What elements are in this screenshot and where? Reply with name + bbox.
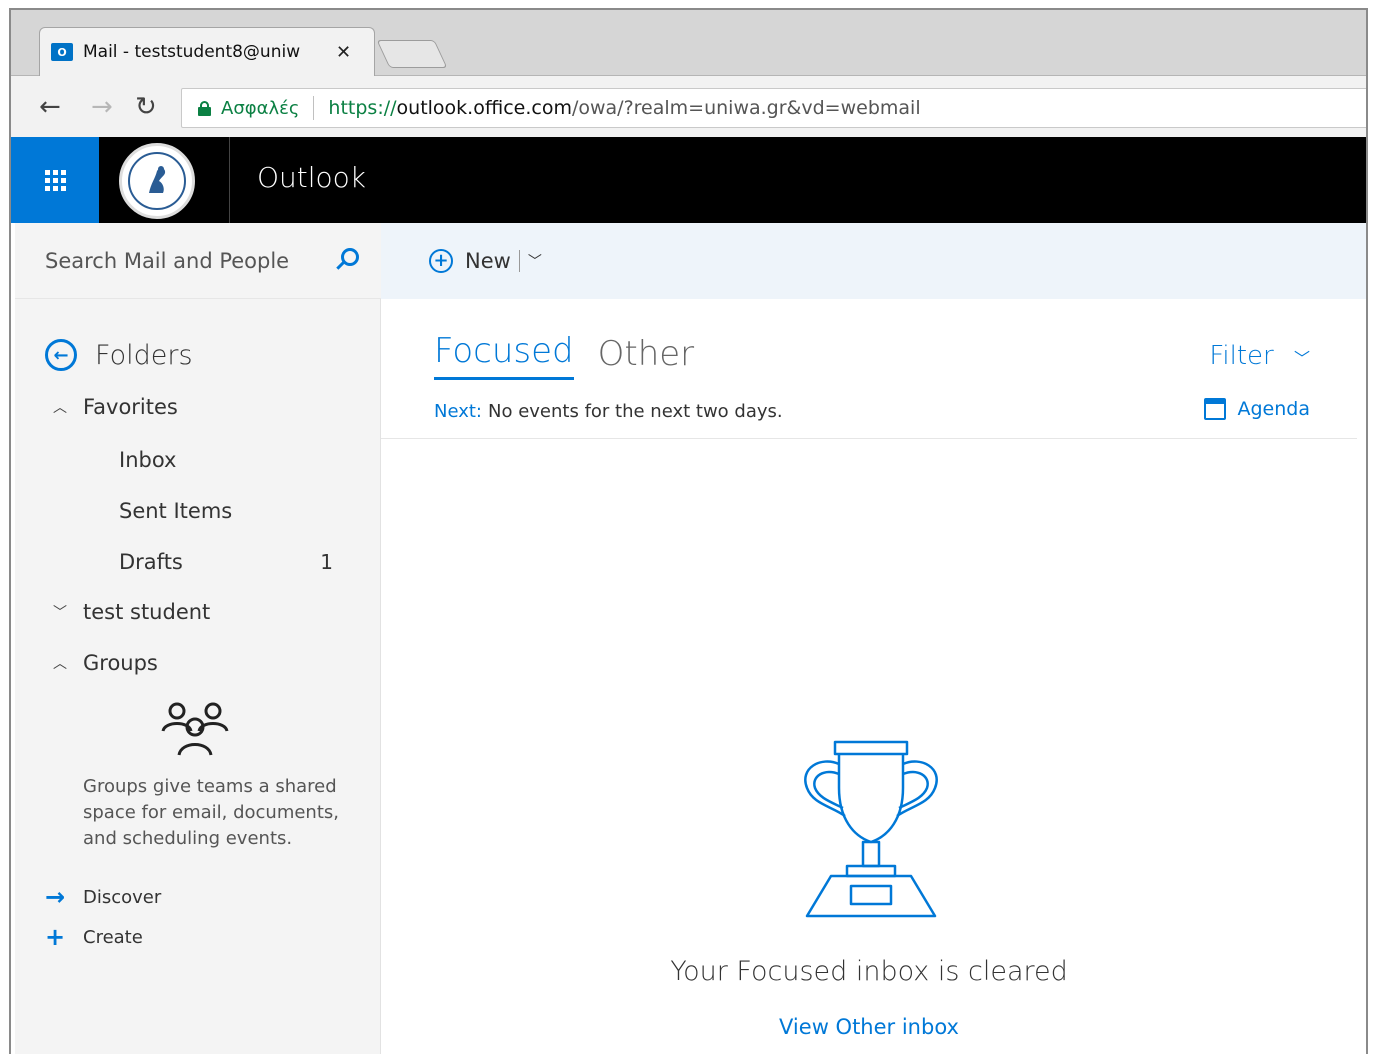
folder-count: 1 [320,550,333,574]
browser-tab-content[interactable]: O Mail - teststudent8@uniw ✕ [51,28,371,76]
plus-circle-icon: + [429,249,453,273]
chevron-down-icon: ﹀ [1293,349,1310,368]
url-scheme: https:// [328,97,397,119]
address-bar[interactable]: Ασφαλές https://outlook.office.com/owa/?… [181,88,1366,128]
folder-item-inbox[interactable]: Inbox [15,448,381,472]
favorites-label: Favorites [83,395,178,419]
folder-label: Drafts [119,550,183,574]
reload-icon[interactable]: ↻ [135,92,157,122]
inbox-pivots: Focused Other [434,331,694,380]
plus-icon: + [45,923,66,951]
header-divider [381,438,1357,439]
outlook-favicon-icon: O [51,43,73,61]
folders-header[interactable]: ← Folders [45,339,193,371]
folder-label: Inbox [119,448,177,472]
arrow-right-icon: → [45,883,66,911]
groups-section[interactable]: ︿ Groups [15,651,381,675]
chevron-down-icon: ﹀ [53,605,67,621]
groups-people-icon [161,702,229,756]
browser-toolbar: ← → ↻ Ασφαλές https://outlook.office.com… [11,76,1366,140]
folder-pane: Search Mail and People ← Folders ︿ Favor… [15,223,381,1054]
groups-label: Groups [83,651,158,675]
search-box[interactable]: Search Mail and People [15,223,381,299]
next-label[interactable]: Next: [434,401,482,422]
command-bar: + New ﹀ [381,223,1366,299]
create-link[interactable]: + Create [45,923,143,951]
chevron-down-icon[interactable]: ﹀ [528,251,542,271]
chevron-up-icon: ︿ [53,400,67,416]
tab-other[interactable]: Other [598,334,695,380]
url-host: outlook.office.com [396,97,572,119]
discover-label: Discover [83,886,162,908]
next-events-text: No events for the next two days. [488,401,783,422]
create-label: Create [83,926,143,948]
search-icon[interactable] [333,246,363,276]
back-circle-icon[interactable]: ← [45,339,77,371]
folder-label: Sent Items [119,499,233,523]
new-label: New [465,249,511,273]
app-launcher-button[interactable] [11,137,99,223]
empty-inbox-message: Your Focused inbox is cleared [670,956,1068,987]
header-divider [229,137,230,223]
discover-link[interactable]: → Discover [45,883,161,911]
account-label: test student [83,600,211,624]
tab-focused[interactable]: Focused [434,331,574,380]
folders-label: Folders [95,339,193,371]
folder-item-drafts[interactable]: Drafts 1 [15,550,381,574]
trophy-icon [804,740,938,918]
tab-strip: O Mail - teststudent8@uniw ✕ [11,10,1366,77]
suite-header: Outlook [11,137,1366,223]
agenda-label: Agenda [1237,398,1311,420]
new-message-button[interactable]: + New ﹀ [429,249,542,273]
next-events-line: Next: No events for the next two days. [434,401,783,422]
back-arrow-icon[interactable]: ← [39,92,61,122]
logo-figure-icon [149,166,166,193]
view-other-inbox-link[interactable]: View Other inbox [381,1015,1357,1039]
message-list-pane: + New ﹀ Focused Other Filter ﹀ Next: No e… [381,223,1366,1054]
url-text[interactable]: https://outlook.office.com/owa/?realm=un… [328,97,920,119]
lock-icon [198,100,211,116]
url-path: /owa/?realm=uniwa.gr&vd=webmail [571,97,921,119]
chevron-up-icon: ︿ [53,656,67,672]
browser-window: O Mail - teststudent8@uniw ✕ ← → ↻ Ασφαλ… [9,8,1368,1054]
filter-label: Filter [1209,341,1274,371]
folder-item-sent-items[interactable]: Sent Items [15,499,381,523]
waffle-icon [44,169,66,191]
address-separator [313,96,315,120]
calendar-icon [1203,398,1226,420]
university-logo[interactable] [119,143,195,219]
new-tab-button[interactable] [376,40,448,68]
account-section[interactable]: ﹀ test student [15,600,381,624]
search-input[interactable]: Search Mail and People [45,249,333,273]
tab-title: Mail - teststudent8@uniw [83,42,301,62]
filter-button[interactable]: Filter ﹀ [1209,341,1310,371]
secure-label: Ασφαλές [221,97,300,119]
favorites-section[interactable]: ︿ Favorites [15,395,381,419]
app-title[interactable]: Outlook [257,161,366,194]
logo-emblem [128,152,186,210]
agenda-button[interactable]: Agenda [1203,398,1311,420]
groups-description: Groups give teams a shared space for ema… [83,776,339,849]
forward-arrow-icon[interactable]: → [91,92,113,122]
tab-close-icon[interactable]: ✕ [336,42,351,63]
new-separator [518,250,520,272]
